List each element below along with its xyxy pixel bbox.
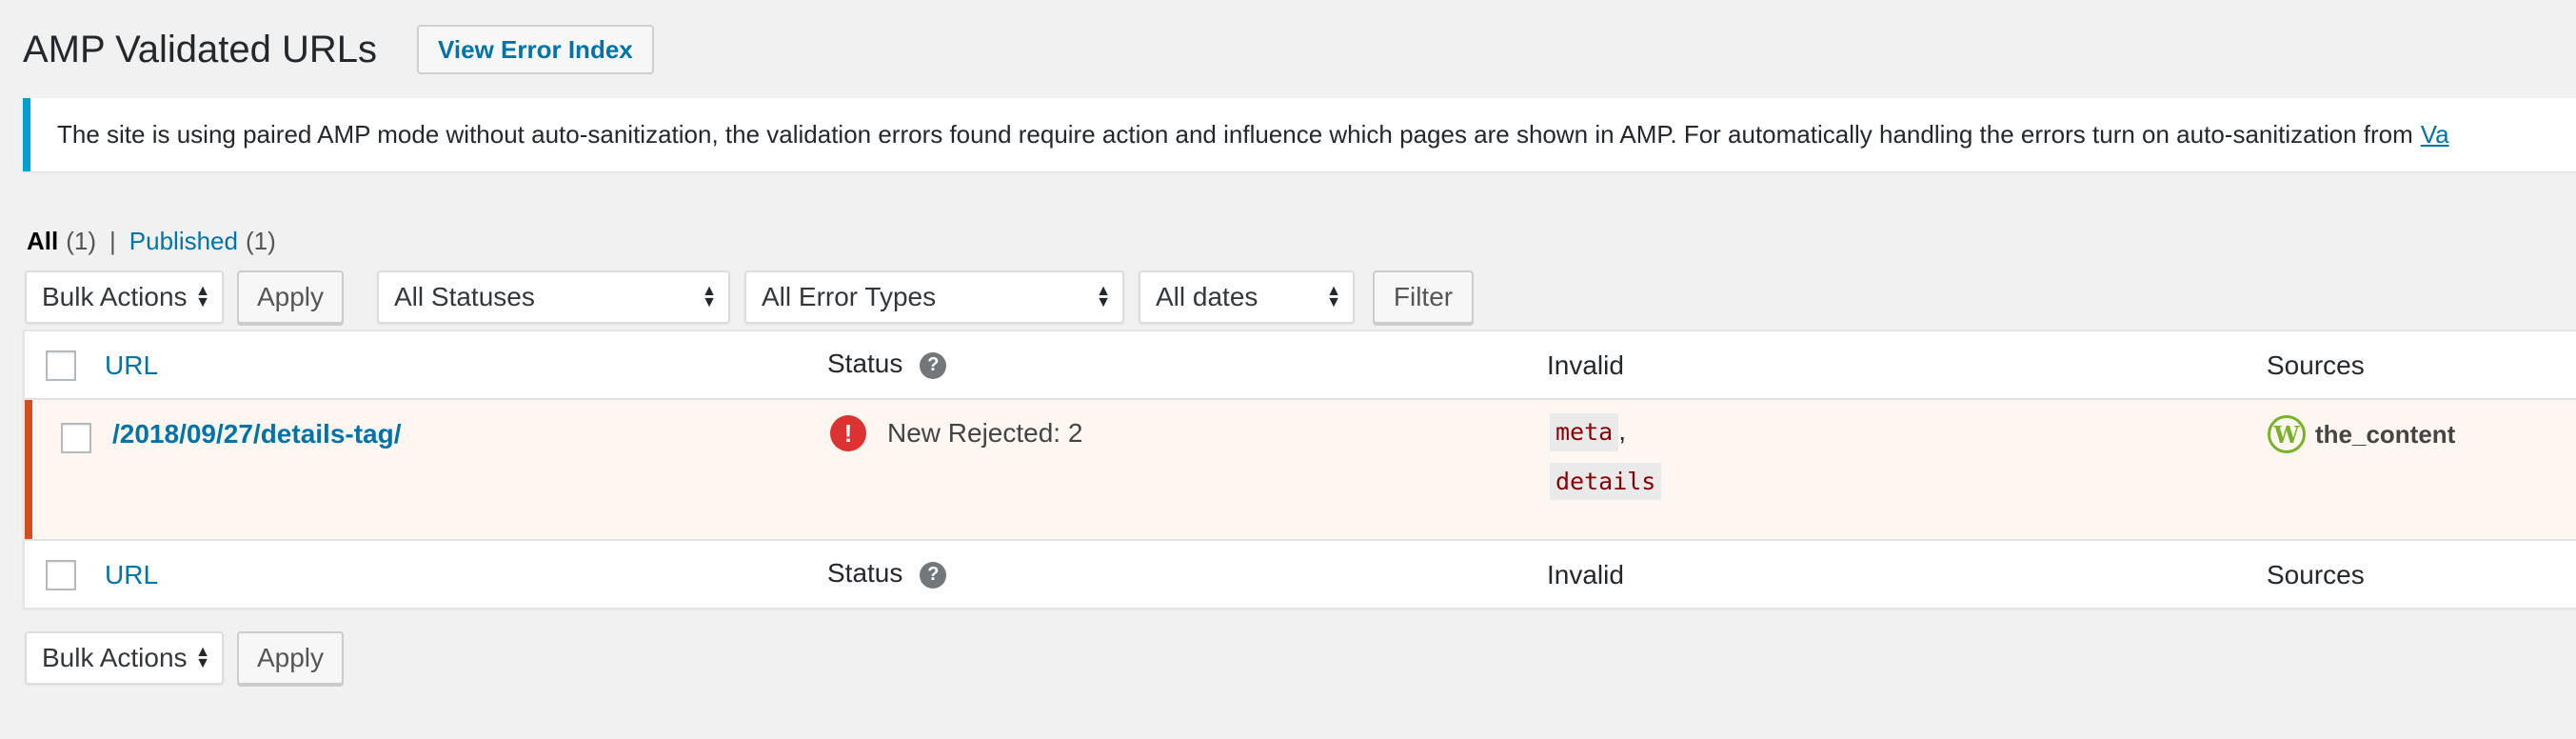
error-icon: ! xyxy=(830,415,866,451)
bulk-actions-value: Bulk Actions xyxy=(42,282,188,311)
view-published-count: (1) xyxy=(245,227,276,255)
help-icon[interactable]: ? xyxy=(920,351,947,379)
table-header-row: URL Status? Invalid Sources xyxy=(25,331,2576,400)
column-url-sort-footer[interactable]: URL xyxy=(105,560,158,590)
bulk-actions-select-bottom[interactable]: Bulk Actions ▲ ▼ xyxy=(25,631,224,685)
column-invalid-footer: Invalid xyxy=(1547,560,1624,589)
select-arrows-icon: ▲ ▼ xyxy=(195,644,210,671)
row-checkbox[interactable] xyxy=(61,423,91,453)
status-filter-select[interactable]: All Statuses ▲ ▼ xyxy=(377,270,730,324)
select-arrows-icon: ▲ ▼ xyxy=(1096,283,1111,310)
info-notice: The site is using paired AMP mode withou… xyxy=(23,98,2576,171)
view-all-link[interactable]: All xyxy=(27,227,58,256)
row-status-text: New Rejected: 2 xyxy=(887,418,1083,448)
error-type-filter-select[interactable]: All Error Types ▲ ▼ xyxy=(744,270,1124,324)
row-invalid-tags: meta, details xyxy=(1550,413,1662,500)
page-header: AMP Validated URLs View Error Index xyxy=(23,25,654,74)
table-row: /2018/09/27/details-tag/ ! New Rejected:… xyxy=(25,400,2576,539)
status-filter-value: All Statuses xyxy=(394,282,535,311)
filter-button[interactable]: Filter xyxy=(1373,270,1474,324)
column-url-sort[interactable]: URL xyxy=(105,350,158,381)
invalid-tag: details xyxy=(1550,462,1662,500)
notice-link[interactable]: Va xyxy=(2421,120,2449,150)
select-arrows-icon: ▲ ▼ xyxy=(1326,283,1341,310)
select-all-checkbox[interactable] xyxy=(46,350,76,381)
error-type-filter-value: All Error Types xyxy=(762,282,937,311)
help-icon[interactable]: ? xyxy=(920,561,947,589)
view-published-link[interactable]: Published xyxy=(129,227,238,256)
wordpress-icon: W xyxy=(2268,415,2306,453)
date-filter-select[interactable]: All dates ▲ ▼ xyxy=(1139,270,1355,324)
invalid-tag-separator: , xyxy=(1618,416,1626,446)
page-title: AMP Validated URLs xyxy=(23,29,378,70)
view-filters: All (1) | Published (1) xyxy=(27,227,276,256)
row-source-text: the_content xyxy=(2315,419,2456,449)
amp-validated-urls-page: AMP Validated URLs View Error Index The … xyxy=(0,0,2576,739)
column-status-footer: Status? xyxy=(827,558,947,589)
column-status-label: Status xyxy=(827,558,903,588)
select-arrows-icon: ▲ ▼ xyxy=(195,283,210,310)
urls-table: URL Status? Invalid Sources /2018/09/27/… xyxy=(23,330,2576,609)
column-invalid: Invalid xyxy=(1547,350,1624,380)
row-url-link[interactable]: /2018/09/27/details-tag/ xyxy=(112,419,402,449)
view-all-count: (1) xyxy=(66,227,97,255)
table-footer-row: URL Status? Invalid Sources xyxy=(25,539,2576,608)
bulk-actions-select-top[interactable]: Bulk Actions ▲ ▼ xyxy=(25,270,224,324)
bulk-actions-value: Bulk Actions xyxy=(42,643,188,672)
view-separator: | xyxy=(109,227,116,255)
apply-button-bottom[interactable]: Apply xyxy=(237,631,344,685)
row-status: ! New Rejected: 2 xyxy=(830,415,1082,451)
row-source: W the_content xyxy=(2268,415,2455,453)
apply-button-top[interactable]: Apply xyxy=(237,270,344,324)
column-sources: Sources xyxy=(2267,350,2365,380)
notice-text: The site is using paired AMP mode withou… xyxy=(57,120,2413,149)
date-filter-value: All dates xyxy=(1156,282,1258,311)
select-all-checkbox-footer[interactable] xyxy=(46,560,76,590)
column-status-label: Status xyxy=(827,349,903,378)
view-error-index-button[interactable]: View Error Index xyxy=(417,25,654,74)
invalid-tag: meta xyxy=(1550,413,1619,451)
column-status: Status? xyxy=(827,349,947,379)
select-arrows-icon: ▲ ▼ xyxy=(702,283,717,310)
column-sources-footer: Sources xyxy=(2267,560,2365,589)
